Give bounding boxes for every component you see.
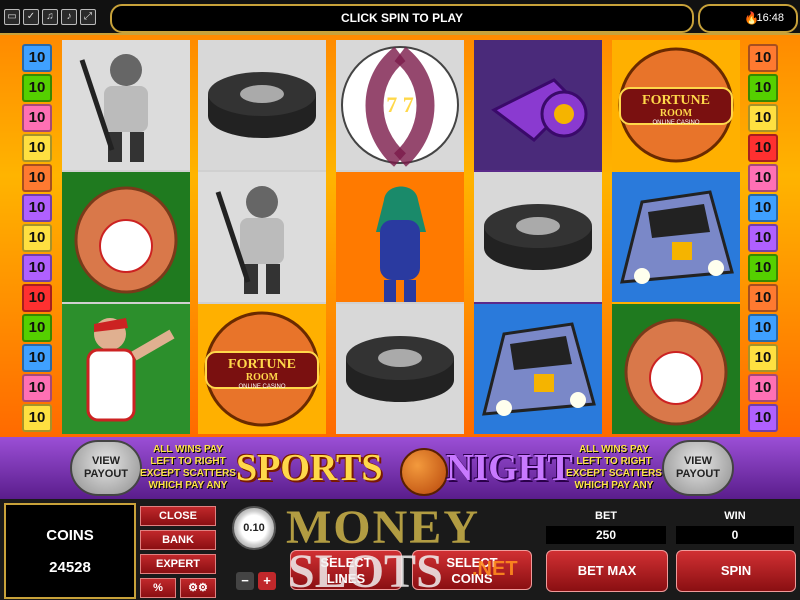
wins-rule-left: ALL WINS PAY LEFT TO RIGHT EXCEPT SCATTE… [140,444,236,491]
game-logo: SPORTS NIGHT [232,446,573,496]
top-bar: ▭ ✓ ♫ ♪ ⤢ CLICK SPIN TO PLAY 🔥 16:48 [0,0,800,35]
payline-right-4[interactable]: 10 [748,134,778,162]
paylines-right: 10 10 10 10 10 10 10 10 10 10 10 10 10 [748,44,778,434]
payline-left-12[interactable]: 10 [22,374,52,402]
payline-left-8[interactable]: 10 [22,254,52,282]
wins-rule-right: ALL WINS PAY LEFT TO RIGHT EXCEPT SCATTE… [566,444,662,491]
symbol-hockey-player [198,172,326,302]
fullscreen-icon[interactable]: ⤢ [80,9,96,25]
payline-right-2[interactable]: 10 [748,74,778,102]
coins-value: 24528 [49,559,91,576]
symbol-baseball-glove [612,304,740,434]
payline-right-9[interactable]: 10 [748,284,778,312]
svg-text:FORTUNE: FORTUNE [228,357,296,372]
close-button[interactable]: CLOSE [140,506,216,526]
gears-icon[interactable]: ⚙⚙ [180,578,216,598]
payline-right-6[interactable]: 10 [748,194,778,222]
symbol-race-car [612,172,740,302]
payline-left-11[interactable]: 10 [22,344,52,372]
payline-left-6[interactable]: 10 [22,194,52,222]
top-icons: ▭ ✓ ♫ ♪ ⤢ [4,9,96,25]
bet-max-button[interactable]: BET MAX [546,550,668,592]
symbol-race-car [474,304,602,434]
reel-3: 7 7 [336,40,464,434]
svg-text:ROOM: ROOM [246,372,279,383]
payline-left-7[interactable]: 10 [22,224,52,252]
clock-time: 16:48 [756,12,784,24]
payline-left-5[interactable]: 10 [22,164,52,192]
symbol-hockey-player [62,40,190,170]
spin-button[interactable]: SPIN [676,550,796,592]
reel-2: FORTUNE ROOM ONLINE CASINO [198,40,326,434]
payline-right-1[interactable]: 10 [748,44,778,72]
reel-1 [62,40,190,434]
payline-right-8[interactable]: 10 [748,254,778,282]
view-payout-left-button[interactable]: VIEW PAYOUT [70,440,142,496]
payline-right-3[interactable]: 10 [748,104,778,132]
reel-4 [474,40,602,434]
win-label: WIN [724,510,746,522]
symbol-baseball-glove [62,172,190,302]
win-value: 0 [676,526,794,544]
paylines-left: 10 10 10 10 10 10 10 10 10 10 10 10 10 [22,44,52,434]
payline-left-9[interactable]: 10 [22,284,52,312]
basketball-icon [400,448,448,496]
window-icon[interactable]: ▭ [4,9,20,25]
symbol-racing-girl [336,172,464,302]
check-icon[interactable]: ✓ [23,9,39,25]
symbol-hockey-puck [336,304,464,434]
select-lines-button[interactable]: SELECT LINES [290,550,402,590]
coin-size-plus-button[interactable]: + [258,572,276,590]
view-payout-right-label: VIEW PAYOUT [675,455,720,480]
svg-text:ONLINE CASINO: ONLINE CASINO [652,120,699,126]
symbol-hockey-puck [198,40,326,170]
payline-right-10[interactable]: 10 [748,314,778,342]
bet-value: 250 [546,526,666,544]
symbol-whistle [474,40,602,170]
view-payout-left-label: VIEW PAYOUT [83,455,128,480]
status-message: CLICK SPIN TO PLAY [110,4,694,33]
logo-word-sports: SPORTS [236,447,383,489]
payline-right-13[interactable]: 10 [748,404,778,432]
select-coins-button[interactable]: SELECT COINS [412,550,532,590]
reel-5: FORTUNE ROOM ONLINE CASINO [612,40,740,434]
music-icon[interactable]: ♫ [42,9,58,25]
payline-right-7[interactable]: 10 [748,224,778,252]
payline-left-13[interactable]: 10 [22,404,52,432]
logo-word-night: NIGHT [446,447,573,489]
coin-size-chip[interactable]: 0.10 [232,506,276,550]
payline-left-2[interactable]: 10 [22,74,52,102]
payline-left-3[interactable]: 10 [22,104,52,132]
svg-text:7 7: 7 7 [386,92,414,117]
symbol-soccer-ball: 7 7 [336,40,464,170]
coins-display: COINS 24528 [4,503,136,599]
bank-button[interactable]: BANK [140,530,216,550]
sound-icon[interactable]: ♪ [61,9,77,25]
payline-right-11[interactable]: 10 [748,344,778,372]
svg-text:FORTUNE: FORTUNE [642,93,710,108]
payline-right-5[interactable]: 10 [748,164,778,192]
coin-size-minus-button[interactable]: − [236,572,254,590]
view-payout-right-button[interactable]: VIEW PAYOUT [662,440,734,496]
bet-label: BET [595,510,617,522]
symbol-hockey-puck [474,172,602,302]
clock: 🔥 16:48 [698,4,798,33]
expert-button[interactable]: EXPERT [140,554,216,574]
coins-label: COINS [46,527,94,544]
percent-button[interactable]: % [140,578,176,598]
svg-text:ROOM: ROOM [660,108,693,119]
payline-left-4[interactable]: 10 [22,134,52,162]
symbol-baseball-pitcher [62,304,190,434]
payline-left-1[interactable]: 10 [22,44,52,72]
payline-left-10[interactable]: 10 [22,314,52,342]
symbol-fortune-room-basketball: FORTUNE ROOM ONLINE CASINO [612,40,740,170]
symbol-fortune-room-basketball: FORTUNE ROOM ONLINE CASINO [198,304,326,434]
svg-text:ONLINE CASINO: ONLINE CASINO [238,384,285,390]
payline-right-12[interactable]: 10 [748,374,778,402]
